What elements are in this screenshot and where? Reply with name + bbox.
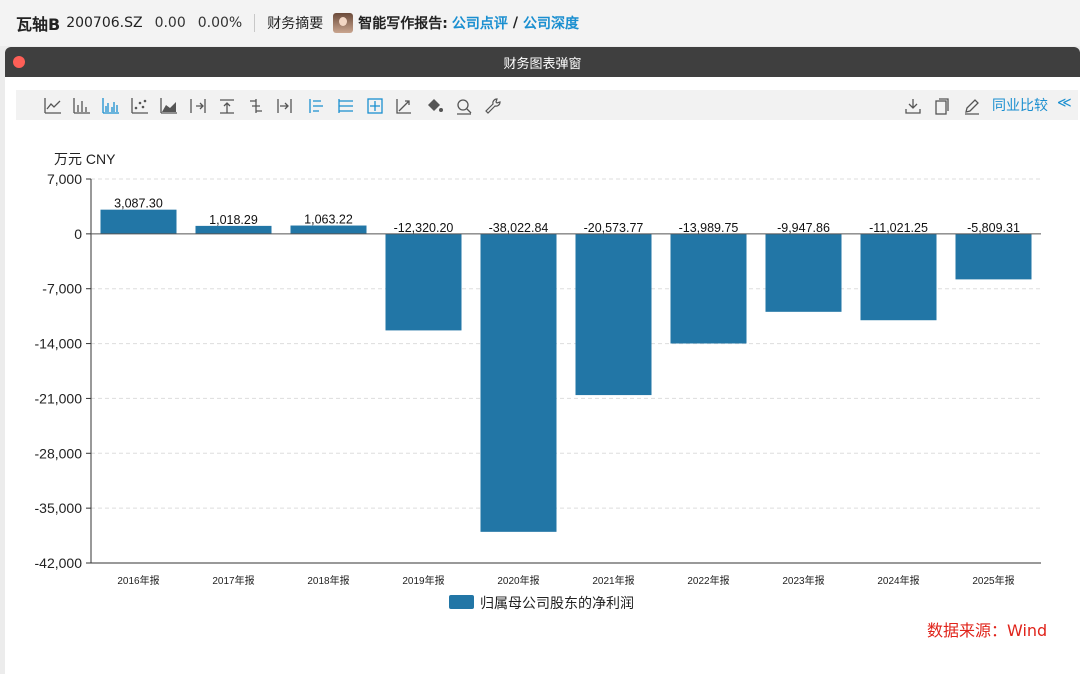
x-tick-label: 2024年报	[877, 574, 919, 587]
bar	[195, 225, 272, 234]
x-tick-label: 2021年报	[592, 574, 634, 587]
bar	[955, 233, 1032, 280]
legend-swatch	[449, 595, 474, 609]
bar	[100, 209, 177, 234]
y-tick-label: 7,000	[47, 171, 82, 187]
y-tick-label: 0	[74, 226, 82, 242]
bar-value-label: 1,063.22	[304, 213, 353, 227]
stock-price: 0.00	[154, 15, 186, 31]
header-divider	[254, 14, 256, 32]
x-tick-label: 2020年报	[497, 574, 539, 587]
bar	[480, 233, 557, 532]
data-source-note: 数据来源：Wind	[927, 621, 1048, 640]
net-profit-bar-chart: 万元 CNY 7,000 0 -7,000 -14,000 -21,000 -28,000 -…	[35, 151, 1041, 611]
y-tick-label: -28,000	[35, 445, 83, 461]
bar-value-label: -9,947.86	[777, 221, 830, 235]
y-tick-label: -42,000	[35, 555, 83, 571]
ai-report-label: 智能写作报告:	[358, 16, 448, 32]
financial-summary-link[interactable]: 财务摘要	[267, 13, 323, 33]
y-axis-unit-label: 万元 CNY	[54, 151, 116, 167]
bar	[385, 233, 462, 331]
x-tick-label: 2017年报	[212, 574, 254, 587]
bar-value-label: -20,573.77	[584, 221, 644, 235]
x-tick-label: 2018年报	[307, 574, 349, 587]
y-tick-label: -7,000	[42, 281, 82, 297]
link-separator: /	[512, 15, 518, 31]
ai-avatar-icon	[333, 13, 354, 33]
stock-header-bar: 瓦轴B 200706.SZ 0.00 0.00% 财务摘要 智能写作报告: 公司…	[0, 0, 1080, 46]
bar	[575, 233, 652, 396]
x-tick-label: 2016年报	[117, 574, 159, 587]
y-tick-label: -35,000	[35, 500, 83, 516]
bar-value-label: -38,022.84	[489, 221, 549, 235]
company-review-link[interactable]: 公司点评	[452, 13, 508, 33]
x-tick-label: 2019年报	[402, 574, 444, 587]
x-tick-label: 2025年报	[972, 574, 1014, 587]
x-tick-label: 2022年报	[687, 574, 729, 587]
x-tick-label: 2023年报	[782, 574, 824, 587]
bar	[290, 225, 367, 234]
bar-value-label: -12,320.20	[394, 221, 454, 235]
bar-value-label: 1,018.29	[209, 213, 258, 227]
y-tick-label: -14,000	[35, 336, 83, 352]
stock-code: 200706.SZ	[66, 15, 143, 31]
bar-value-label: -11,021.25	[869, 221, 928, 235]
y-tick-label: -21,000	[35, 390, 83, 406]
legend-label: 归属母公司股东的净利润	[480, 595, 634, 611]
bar-value-label: -5,809.31	[967, 221, 1020, 235]
company-depth-link[interactable]: 公司深度	[523, 13, 579, 33]
financial-chart-window: 财务图表弹窗 同业比较 ≪ 万元 CNY 7,000 0 -7,000 -14,000-…	[5, 47, 1080, 674]
stock-name: 瓦轴B	[16, 15, 61, 34]
bar	[670, 233, 747, 344]
bar-value-label: -13,989.75	[679, 221, 739, 235]
stock-change-pct: 0.00%	[197, 15, 243, 31]
bar	[765, 233, 842, 312]
bar-value-label: 3,087.30	[114, 197, 163, 211]
bar	[860, 233, 937, 321]
